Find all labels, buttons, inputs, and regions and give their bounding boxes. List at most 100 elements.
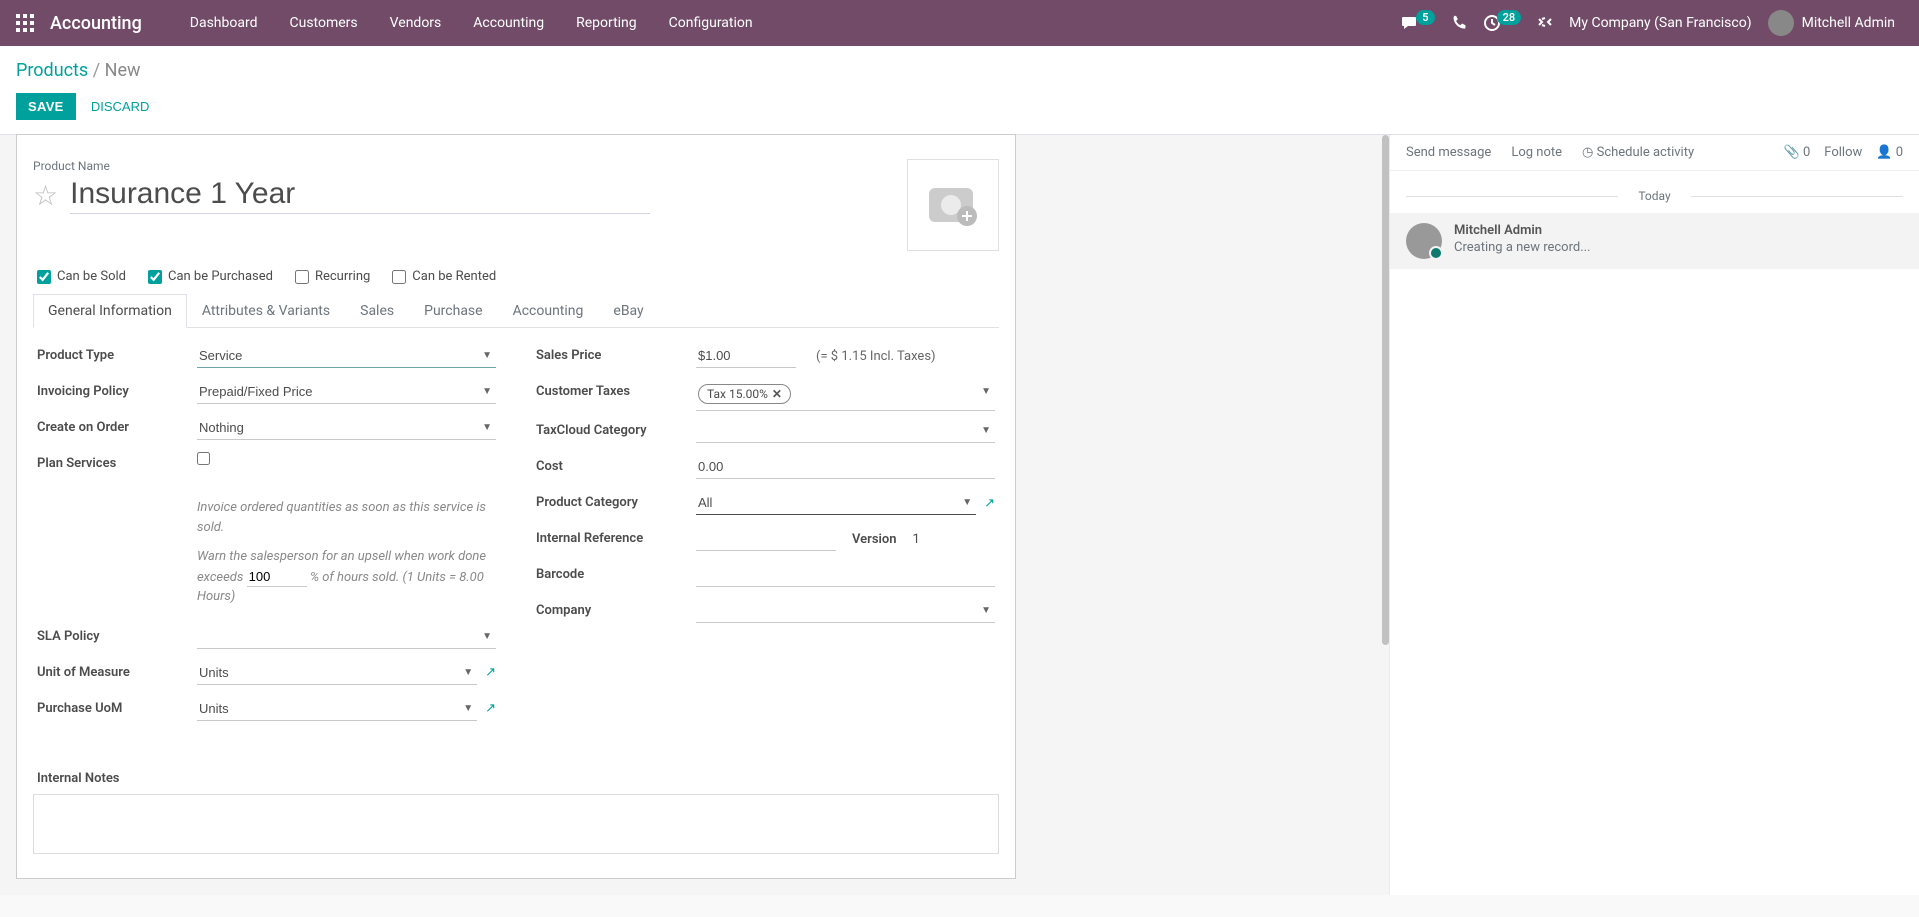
product-type-label: Product Type xyxy=(37,344,197,363)
tab-attributes-variants[interactable]: Attributes & Variants xyxy=(187,294,345,327)
purchase-uom-label: Purchase UoM xyxy=(37,697,197,716)
version-value: 1 xyxy=(913,532,920,547)
taxcloud-select[interactable] xyxy=(696,419,995,443)
sales-price-label: Sales Price xyxy=(536,344,696,363)
cost-label: Cost xyxy=(536,455,696,474)
company-label: Company xyxy=(536,599,696,618)
product-category-select[interactable] xyxy=(696,491,976,515)
nav-configuration[interactable]: Configuration xyxy=(653,0,769,46)
taxcloud-label: TaxCloud Category xyxy=(536,419,696,438)
attachments-button[interactable]: 📎 0 xyxy=(1784,145,1811,160)
discard-button[interactable]: DISCARD xyxy=(79,93,162,120)
uom-select[interactable] xyxy=(197,661,477,685)
plan-services-label: Plan Services xyxy=(37,452,197,471)
version-label: Version xyxy=(852,532,897,547)
image-upload[interactable] xyxy=(907,159,999,251)
product-name-label: Product Name xyxy=(33,159,907,173)
save-button[interactable]: SAVE xyxy=(16,93,76,120)
tab-purchase[interactable]: Purchase xyxy=(409,294,497,327)
product-type-select[interactable] xyxy=(197,344,496,368)
send-message-button[interactable]: Send message xyxy=(1406,145,1491,160)
action-bar: SAVE DISCARD xyxy=(0,89,1919,134)
internal-reference-label: Internal Reference xyxy=(536,527,696,546)
barcode-label: Barcode xyxy=(536,563,696,582)
internal-notes-input[interactable] xyxy=(33,794,999,854)
avatar-icon xyxy=(1406,223,1442,259)
internal-notes-label: Internal Notes xyxy=(37,771,999,786)
customer-taxes-label: Customer Taxes xyxy=(536,380,696,399)
company-select[interactable] xyxy=(696,599,995,623)
tab-general-information[interactable]: General Information xyxy=(33,294,187,328)
log-note-button[interactable]: Log note xyxy=(1511,145,1562,160)
user-name: Mitchell Admin xyxy=(1802,15,1895,31)
debug-icon[interactable] xyxy=(1537,15,1553,31)
cost-input[interactable] xyxy=(696,455,995,479)
nav-customers[interactable]: Customers xyxy=(274,0,374,46)
invoicing-policy-label: Invoicing Policy xyxy=(37,380,197,399)
can-be-sold-checkbox[interactable]: Can be Sold xyxy=(37,269,126,284)
sla-policy-select[interactable] xyxy=(197,625,496,649)
external-link-icon[interactable]: ↗ xyxy=(984,496,995,511)
sales-price-input[interactable] xyxy=(696,344,796,368)
remove-tax-icon[interactable]: ✕ xyxy=(772,387,782,401)
help-invoice-ordered: Invoice ordered quantities as soon as th… xyxy=(197,498,496,537)
top-nav: Accounting Dashboard Customers Vendors A… xyxy=(0,0,1919,46)
nav-vendors[interactable]: Vendors xyxy=(374,0,458,46)
breadcrumb-parent[interactable]: Products xyxy=(16,60,88,81)
form-sheet-bg: Product Name ☆ Can be Sold Can be Purcha… xyxy=(0,135,1389,895)
user-menu[interactable]: Mitchell Admin xyxy=(1768,10,1895,36)
paperclip-icon: 📎 xyxy=(1784,145,1800,160)
internal-reference-input[interactable] xyxy=(696,527,836,551)
invoicing-policy-select[interactable] xyxy=(197,380,496,404)
purchase-uom-select[interactable] xyxy=(197,697,477,721)
plan-services-checkbox[interactable] xyxy=(197,452,210,465)
create-on-order-select[interactable] xyxy=(197,416,496,440)
sales-price-incl-taxes: (= $ 1.15 Incl. Taxes) xyxy=(816,349,936,364)
message-body: Creating a new record... xyxy=(1454,240,1591,255)
nav-reporting[interactable]: Reporting xyxy=(560,0,653,46)
tabs: General Information Attributes & Variant… xyxy=(33,294,999,328)
barcode-input[interactable] xyxy=(696,563,995,587)
form-sheet: Product Name ☆ Can be Sold Can be Purcha… xyxy=(16,134,1016,879)
external-link-icon[interactable]: ↗ xyxy=(485,701,496,716)
can-be-purchased-checkbox[interactable]: Can be Purchased xyxy=(148,269,273,284)
tax-tag[interactable]: Tax 15.00%✕ xyxy=(698,384,791,404)
breadcrumb: Products / New xyxy=(0,46,1919,89)
message-author: Mitchell Admin xyxy=(1454,223,1591,238)
uom-label: Unit of Measure xyxy=(37,661,197,680)
follow-button[interactable]: Follow xyxy=(1824,145,1862,160)
chatter: Send message Log note ◷ Schedule activit… xyxy=(1389,135,1919,895)
followers-button[interactable]: 👤 0 xyxy=(1876,145,1903,160)
breadcrumb-current: New xyxy=(105,60,141,81)
scrollbar-thumb[interactable] xyxy=(1382,135,1389,645)
activities-icon[interactable]: 28 xyxy=(1483,14,1522,32)
sla-policy-label: SLA Policy xyxy=(37,625,197,644)
product-category-label: Product Category xyxy=(536,491,696,510)
conversations-icon[interactable]: 5 xyxy=(1402,15,1434,31)
nav-accounting[interactable]: Accounting xyxy=(457,0,560,46)
schedule-activity-button[interactable]: ◷ Schedule activity xyxy=(1582,145,1694,160)
avatar-icon xyxy=(1768,10,1794,36)
clock-icon: ◷ xyxy=(1582,145,1597,160)
activities-badge: 28 xyxy=(1497,10,1522,25)
nav-dashboard[interactable]: Dashboard xyxy=(174,0,274,46)
tab-sales[interactable]: Sales xyxy=(345,294,409,327)
upsell-threshold-input[interactable] xyxy=(247,567,307,587)
create-on-order-label: Create on Order xyxy=(37,416,197,435)
brand[interactable]: Accounting xyxy=(50,13,142,34)
recurring-checkbox[interactable]: Recurring xyxy=(295,269,370,284)
tab-ebay[interactable]: eBay xyxy=(598,294,658,327)
favorite-star-icon[interactable]: ☆ xyxy=(33,179,58,212)
product-name-input[interactable] xyxy=(70,177,650,214)
message: Mitchell Admin Creating a new record... xyxy=(1390,213,1919,269)
conversations-badge: 5 xyxy=(1416,10,1434,25)
phone-icon[interactable] xyxy=(1451,15,1467,31)
apps-icon[interactable] xyxy=(16,14,34,32)
date-divider: Today xyxy=(1390,189,1919,203)
external-link-icon[interactable]: ↗ xyxy=(485,665,496,680)
company-switcher[interactable]: My Company (San Francisco) xyxy=(1569,15,1751,31)
help-upsell: Warn the salesperson for an upsell when … xyxy=(197,547,496,607)
person-icon: 👤 xyxy=(1876,145,1892,160)
can-be-rented-checkbox[interactable]: Can be Rented xyxy=(392,269,496,284)
tab-accounting[interactable]: Accounting xyxy=(498,294,599,327)
